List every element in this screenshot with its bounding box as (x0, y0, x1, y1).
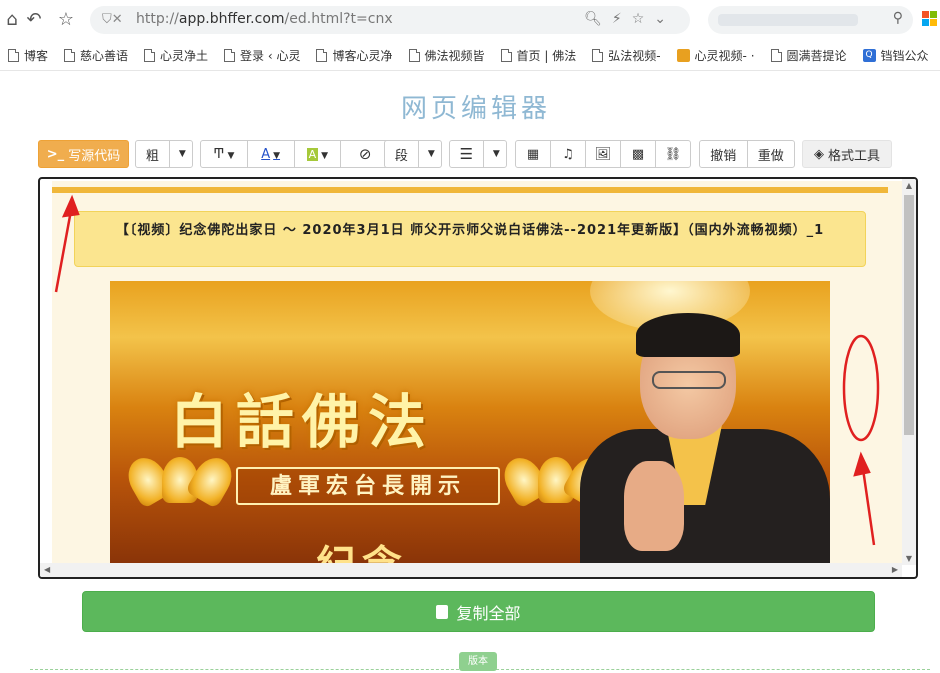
doc-icon (408, 48, 420, 62)
gold-divider (52, 187, 888, 193)
eye-icon: ◈ (813, 146, 824, 162)
bookmarks-bar: 博客 慈心善语 心灵净土 登录 ‹ 心灵 博客心灵净 佛法视频皆 首页 | 佛法 弘法视频- 心… (0, 40, 940, 71)
music-icon[interactable]: ♫ (551, 147, 585, 162)
url-text: http://app.bhffer.com/ed.html?t=cnx (136, 11, 393, 27)
source-code-button[interactable]: >_ 写源代码 (38, 140, 129, 168)
link-icon[interactable]: ⛓︎ (656, 147, 690, 162)
bookmark-label: 心灵净土 (160, 48, 209, 63)
url-field[interactable]: ⛉✕ http://app.bhffer.com/ed.html?t=cnx 🔍… (90, 6, 690, 34)
browser-search-box[interactable]: ⚲ (708, 6, 913, 34)
image-icon[interactable]: 🖼︎ (586, 147, 620, 162)
site-icon (676, 48, 690, 62)
vertical-scrollbar[interactable]: ▲ ▼ (902, 179, 916, 565)
bookmark-item[interactable]: 首页 | 佛法 (500, 47, 577, 64)
undo-button[interactable]: 撤销 (700, 145, 747, 164)
scroll-up-icon[interactable]: ▲ (902, 181, 916, 190)
format-tools-button[interactable]: ◈ 格式工具 (802, 140, 892, 168)
horizontal-scrollbar[interactable]: ◀ ▶ (40, 563, 902, 577)
insert-media-group: ▦ ♫ 🖼︎ ▩ ⛓︎ (515, 140, 691, 168)
article-title: 【〔视频〕纪念佛陀出家日 ～ 2020年3月1日 师父开示师父说白话佛法--20… (115, 223, 825, 238)
clear-format-icon[interactable]: ⊘ (341, 145, 389, 163)
chevron-down-icon[interactable]: ▼ (173, 149, 192, 159)
bookmark-item[interactable]: 佛法视频皆 (408, 47, 485, 64)
redo-button[interactable]: 重做 (748, 145, 795, 164)
bookmark-item[interactable]: 圆满菩提论 (770, 47, 847, 64)
bookmark-item[interactable]: 博客心灵净 (316, 47, 393, 64)
chevron-down-icon[interactable]: ▼ (422, 149, 441, 159)
clipboard-icon (436, 604, 449, 619)
banner-image[interactable]: 白話佛法 盧軍宏台長開示 紀念 (110, 281, 830, 563)
format-tools-label: 格式工具 (827, 148, 880, 164)
bookmark-item[interactable]: 弘法视频- (592, 47, 661, 64)
chevron-down-icon[interactable]: ▼ (487, 149, 506, 159)
bookmark-label: 圆满菩提论 (786, 48, 847, 63)
scroll-right-icon[interactable]: ▶ (892, 563, 898, 577)
star-icon[interactable]: ☆ (54, 8, 78, 32)
source-code-label: 写源代码 (68, 148, 121, 164)
banner-title: 白話佛法 (170, 388, 435, 456)
terminal-icon: >_ (46, 146, 65, 162)
scrollbar-thumb[interactable] (904, 195, 914, 435)
doc-icon (316, 48, 328, 62)
doc-icon (500, 48, 512, 62)
editor-area[interactable]: 【〔视频〕纪念佛陀出家日 ～ 2020年3月1日 师父开示师父说白话佛法--20… (38, 177, 918, 579)
browser-address-bar: ⌂ ↶ ☆ ⛉✕ http://app.bhffer.com/ed.html?t… (0, 0, 940, 40)
bookmark-label: 心灵视频- · (694, 48, 755, 63)
bookmark-item[interactable]: 心灵净土 (144, 47, 208, 64)
speaker-photo (580, 311, 830, 563)
qrcode-icon[interactable]: ▩ (621, 147, 655, 162)
bold-button-group[interactable]: 粗 ▼ (135, 140, 193, 168)
bookmark-item[interactable]: 慈心善语 (64, 47, 128, 64)
article-title-box[interactable]: 【〔视频〕纪念佛陀出家日 ～ 2020年3月1日 师父开示师父说白话佛法--20… (74, 211, 866, 267)
version-badge[interactable]: 版本 (459, 652, 497, 671)
doc-icon (8, 48, 19, 62)
home-icon[interactable]: ⌂ (0, 8, 24, 32)
doc-icon (224, 48, 236, 62)
bookmark-item[interactable]: Q 铛铛公众 (862, 47, 929, 64)
scroll-left-icon[interactable]: ◀ (44, 563, 50, 577)
align-center-icon: ☰ (459, 145, 474, 163)
editor-content[interactable]: 【〔视频〕纪念佛陀出家日 ～ 2020年3月1日 师父开示师父说白话佛法--20… (52, 181, 904, 565)
video-icon[interactable]: ▦ (516, 147, 550, 162)
page-title: 网页编辑器 (400, 94, 551, 124)
bookmark-item[interactable]: 心灵视频- · (676, 47, 755, 64)
bookmark-label: 博客心灵净 (332, 48, 393, 63)
align-button-group[interactable]: ☰ ▼ (449, 140, 507, 168)
apps-grid-icon[interactable] (922, 11, 938, 27)
bookmark-label: 登录 ‹ 心灵 (240, 48, 301, 63)
url-action-icons[interactable]: 🔍︎⚡︎☆⌄ (584, 11, 676, 27)
banner-cut-text: 紀念 (316, 533, 408, 563)
bookmark-item[interactable]: 登录 ‹ 心灵 (224, 47, 300, 64)
bookmark-label: 佛法视频皆 (424, 48, 485, 63)
font-size-icon[interactable]: Ͳ ▼ (201, 147, 247, 162)
highlight-color-icon[interactable]: A ▼ (295, 147, 341, 162)
bookmark-label: 铛铛公众 (880, 48, 929, 63)
bold-label: 粗 (145, 148, 159, 164)
paragraph-label: 段 (394, 148, 408, 164)
bookmark-item[interactable]: 博客 (8, 47, 48, 64)
bookmark-label: 慈心善语 (80, 48, 129, 63)
bookmark-label: 首页 | 佛法 (516, 48, 577, 63)
shield-icon: ⛉✕ (102, 12, 123, 27)
paragraph-button-group[interactable]: 段 ▼ (384, 140, 442, 168)
doc-icon (64, 48, 76, 62)
search-icon[interactable]: ⚲ (893, 10, 903, 26)
doc-icon (770, 48, 782, 62)
bookmark-label: 博客 (24, 48, 49, 63)
font-style-group: Ͳ ▼ A ▼ A ▼ ⊘ (200, 140, 390, 168)
banner-subtitle: 盧軍宏台長開示 (236, 467, 500, 505)
copy-all-button[interactable]: 复制全部 (82, 591, 875, 632)
scroll-down-icon[interactable]: ▼ (902, 554, 916, 563)
back-icon[interactable]: ↶ (22, 8, 46, 32)
history-group: 撤销 重做 (699, 140, 795, 168)
doc-icon (144, 48, 156, 62)
bookmark-label: 弘法视频- (608, 48, 661, 63)
font-color-icon[interactable]: A ▼ (248, 147, 294, 162)
copy-all-label: 复制全部 (456, 603, 521, 623)
search-blurred-text (718, 14, 858, 26)
q-icon: Q (862, 48, 876, 62)
doc-icon (592, 48, 604, 62)
